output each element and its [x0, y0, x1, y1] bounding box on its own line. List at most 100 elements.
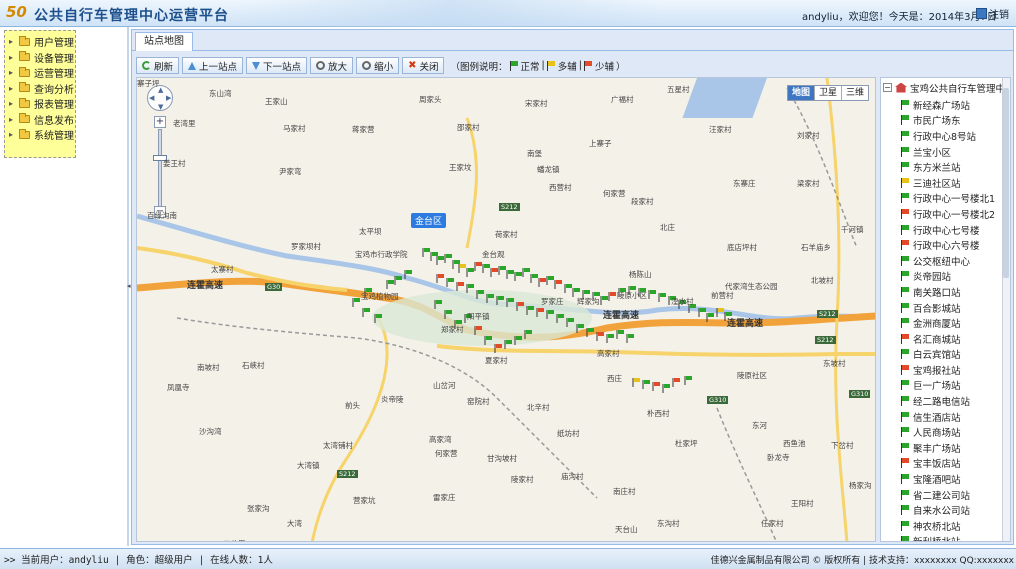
expand-icon[interactable]: ▸: [9, 53, 17, 62]
station-flag-few[interactable]: [456, 282, 464, 291]
station-flag-normal[interactable]: [422, 248, 430, 257]
map-zoom-in-button[interactable]: +: [154, 116, 166, 128]
station-tree-item[interactable]: 新利桥北站: [901, 534, 995, 541]
station-tree-item[interactable]: 信生酒店站: [901, 409, 995, 425]
station-flag-normal[interactable]: [662, 384, 670, 393]
station-tree-item[interactable]: 宝隆酒吧站: [901, 471, 995, 487]
station-tree-item[interactable]: 公交枢纽中心: [901, 253, 995, 269]
map-type-satellite[interactable]: 卫星: [815, 86, 843, 100]
station-tree-item[interactable]: 三迪社区站: [901, 175, 995, 191]
station-tree-item[interactable]: 名汇商城站: [901, 331, 995, 347]
map-type-3d[interactable]: 三维: [842, 86, 868, 100]
nav-item-info-publish[interactable]: ▸ 信息发布: [9, 112, 75, 128]
station-tree-item[interactable]: 百合影城站: [901, 300, 995, 316]
station-tree-item[interactable]: 行政中心一号楼北2: [901, 206, 995, 222]
station-tree-item[interactable]: 东方米兰站: [901, 159, 995, 175]
station-flag-few[interactable]: [672, 378, 680, 387]
nav-item-query-analysis[interactable]: ▸ 查询分析: [9, 81, 75, 97]
collapse-icon[interactable]: −: [883, 83, 892, 92]
expand-icon[interactable]: ▸: [9, 99, 17, 108]
zoom-slider-track[interactable]: [158, 129, 162, 207]
station-flag-many[interactable]: [632, 378, 640, 387]
logout-button[interactable]: 注销: [976, 5, 1012, 22]
map-type-map[interactable]: 地图: [788, 86, 816, 100]
station-flag-normal[interactable]: [444, 254, 452, 263]
pan-down-icon[interactable]: ▼: [158, 103, 163, 111]
station-tree-item[interactable]: 行政中心8号站: [901, 128, 995, 144]
station-flag-few[interactable]: [538, 278, 546, 287]
station-tree-item[interactable]: 人民商场站: [901, 424, 995, 440]
station-flag-few[interactable]: [652, 382, 660, 391]
expand-icon[interactable]: ▸: [9, 37, 17, 46]
nav-item-operation-management[interactable]: ▸ 运营管理: [9, 65, 75, 81]
station-flag-many[interactable]: [458, 264, 466, 273]
expand-icon[interactable]: ▸: [9, 68, 17, 77]
station-tree-item[interactable]: 兰宝小区: [901, 144, 995, 160]
station-tree-item[interactable]: 市民广场东: [901, 113, 995, 129]
station-flag-few[interactable]: [608, 292, 616, 301]
station-flag-normal[interactable]: [482, 264, 490, 273]
station-tree-item[interactable]: 省二建公司站: [901, 487, 995, 503]
station-flag-normal[interactable]: [514, 272, 522, 281]
station-tree-item[interactable]: 宝丰饭店站: [901, 456, 995, 472]
station-flag-few[interactable]: [596, 332, 604, 341]
station-tree-item[interactable]: 炎帝园站: [901, 269, 995, 285]
prev-station-button[interactable]: 上一站点: [182, 57, 244, 74]
nav-item-system-management[interactable]: ▸ 系统管理: [9, 127, 75, 143]
station-tree-item[interactable]: 行政中心六号楼: [901, 237, 995, 253]
tree-scrollbar[interactable]: [1002, 78, 1010, 541]
station-tree-item[interactable]: 行政中心一号楼北1: [901, 191, 995, 207]
station-tree-item[interactable]: 南关路口站: [901, 284, 995, 300]
station-flag-normal[interactable]: [446, 278, 454, 287]
station-tree-item[interactable]: 金洲商厦站: [901, 315, 995, 331]
next-station-button[interactable]: 下一站点: [246, 57, 308, 74]
station-tree-item[interactable]: 自来水公司站: [901, 502, 995, 518]
station-flag-normal[interactable]: [362, 308, 370, 317]
expand-icon[interactable]: ▸: [9, 130, 17, 139]
station-flag-normal[interactable]: [698, 308, 706, 317]
close-button[interactable]: ✖ 关闭: [402, 57, 445, 74]
station-flag-normal[interactable]: [564, 284, 572, 293]
station-flag-few[interactable]: [474, 262, 482, 271]
station-tree-item[interactable]: 巨一广场站: [901, 378, 995, 394]
expand-icon[interactable]: ▸: [9, 84, 17, 93]
zoom-in-button[interactable]: 放大: [310, 57, 354, 74]
nav-item-device-management[interactable]: ▸ 设备管理: [9, 50, 75, 66]
station-flag-few[interactable]: [436, 274, 444, 283]
station-flag-normal[interactable]: [530, 274, 538, 283]
nav-item-report-management[interactable]: ▸ 报表管理: [9, 96, 75, 112]
station-flag-normal[interactable]: [658, 293, 666, 302]
station-flag-normal[interactable]: [626, 334, 634, 343]
collapse-arrow-icon[interactable]: ◂: [127, 282, 131, 290]
station-tree-item[interactable]: 宝鸡报社站: [901, 362, 995, 378]
refresh-button[interactable]: 刷新: [136, 57, 180, 74]
pan-left-icon[interactable]: ◀: [149, 94, 154, 102]
station-flag-normal[interactable]: [648, 290, 656, 299]
station-flag-normal[interactable]: [684, 376, 692, 385]
station-map[interactable]: ▲ ▼ ◀ ▶ + − 地图 卫星 三维 金台区 连霍高速 连霍高速 连霍高速 …: [136, 77, 876, 542]
station-flag-normal[interactable]: [642, 380, 650, 389]
station-flag-normal[interactable]: [616, 330, 624, 339]
station-flag-normal[interactable]: [466, 268, 474, 277]
station-flag-few[interactable]: [490, 268, 498, 277]
station-flag-normal[interactable]: [352, 298, 360, 307]
station-flag-normal[interactable]: [606, 334, 614, 343]
station-tree-item[interactable]: 行政中心七号楼: [901, 222, 995, 238]
station-tree-item[interactable]: 神农桥北站: [901, 518, 995, 534]
station-flag-normal[interactable]: [522, 268, 530, 277]
tab-station-map[interactable]: 站点地图: [135, 32, 193, 51]
map-canvas[interactable]: [137, 78, 876, 542]
scrollbar-thumb[interactable]: [1003, 88, 1009, 278]
station-flag-normal[interactable]: [546, 276, 554, 285]
station-tree-item[interactable]: 新经森广场站: [901, 97, 995, 113]
nav-item-user-management[interactable]: ▸ 用户管理: [9, 34, 75, 50]
station-flag-normal[interactable]: [436, 256, 444, 265]
station-flag-normal[interactable]: [506, 270, 514, 279]
station-tree-item[interactable]: 聚丰广场站: [901, 440, 995, 456]
zoom-out-button[interactable]: 缩小: [356, 57, 400, 74]
pan-right-icon[interactable]: ▶: [166, 94, 171, 102]
station-flag-few[interactable]: [554, 280, 562, 289]
station-flag-normal[interactable]: [600, 296, 608, 305]
expand-icon[interactable]: ▸: [9, 115, 17, 124]
station-flag-normal[interactable]: [386, 280, 394, 289]
